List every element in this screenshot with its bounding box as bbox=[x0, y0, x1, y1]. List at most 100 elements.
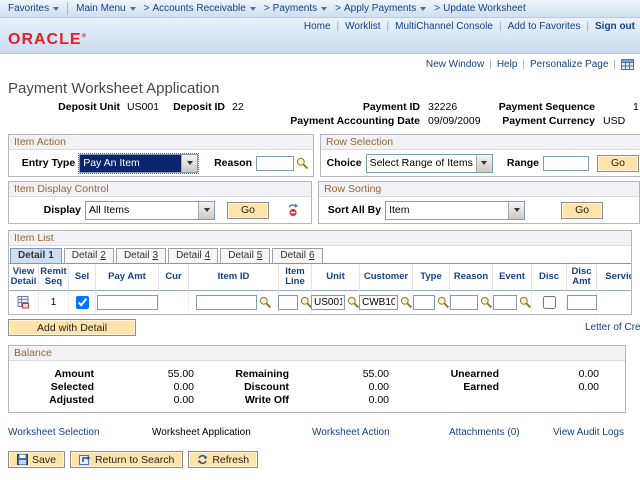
deposit-id-label: Deposit ID bbox=[158, 101, 225, 113]
row-selection-title: Row Selection bbox=[321, 135, 640, 150]
row-sorting-go-button[interactable]: Go bbox=[561, 202, 603, 219]
type-input[interactable] bbox=[413, 295, 435, 310]
help-link[interactable]: Help bbox=[497, 59, 518, 70]
tab-detail-3[interactable]: Detail3 bbox=[116, 248, 166, 263]
range-input[interactable] bbox=[543, 156, 589, 171]
view-audit-logs-link[interactable]: View Audit Logs bbox=[553, 427, 624, 438]
main-menu[interactable]: Main Menu bbox=[76, 3, 135, 14]
select-arrow-icon[interactable] bbox=[508, 202, 524, 219]
item-display-title: Item Display Control bbox=[9, 182, 311, 197]
col-reason: Reason bbox=[450, 264, 493, 291]
display-select[interactable]: All Items bbox=[85, 201, 215, 220]
tab-detail-5[interactable]: Detail5 bbox=[220, 248, 270, 263]
lookup-icon[interactable] bbox=[519, 296, 532, 309]
payment-currency-label: Payment Currency bbox=[480, 115, 595, 127]
pay-amt-input[interactable] bbox=[97, 295, 158, 310]
currency-conversion-icon[interactable] bbox=[287, 203, 299, 217]
tab-detail-2[interactable]: Detail2 bbox=[64, 248, 114, 263]
add-to-favorites-link[interactable]: Add to Favorites bbox=[508, 21, 581, 32]
breadcrumb-item-accounts-receivable[interactable]: Accounts Receivable bbox=[152, 3, 255, 14]
breadcrumb-divider bbox=[67, 2, 68, 15]
reason-col-input[interactable] bbox=[450, 295, 478, 310]
breadcrumb-item-apply-payments[interactable]: Apply Payments bbox=[344, 3, 426, 14]
choice-label: Choice bbox=[325, 157, 362, 169]
reason-input[interactable] bbox=[256, 156, 294, 171]
item-grid-header: View Detail Remit Seq Sel Pay Amt Cur It… bbox=[9, 264, 632, 291]
breadcrumb-item-update-worksheet[interactable]: Update Worksheet bbox=[443, 3, 526, 14]
col-view-detail: View Detail bbox=[9, 264, 39, 291]
lookup-icon[interactable] bbox=[296, 157, 309, 170]
disc-checkbox[interactable] bbox=[543, 296, 556, 309]
sel-checkbox[interactable] bbox=[76, 296, 89, 309]
deposit-unit-label: Deposit Unit bbox=[0, 101, 120, 113]
col-customer: Customer bbox=[360, 264, 413, 291]
attachments-link[interactable]: Attachments (0) bbox=[449, 427, 520, 438]
item-grid-row: 1 bbox=[9, 291, 632, 314]
col-disc: Disc bbox=[532, 264, 567, 291]
new-window-link[interactable]: New Window bbox=[426, 59, 484, 70]
discount-value: 0.00 bbox=[289, 381, 389, 393]
select-arrow-icon[interactable] bbox=[181, 155, 197, 172]
sign-out-link[interactable]: Sign out bbox=[595, 21, 635, 32]
amount-value: 55.00 bbox=[94, 368, 194, 380]
personalize-page-link[interactable]: Personalize Page bbox=[530, 59, 608, 70]
disc-amt-input[interactable] bbox=[567, 295, 597, 310]
row-selection-go-button[interactable]: Go bbox=[597, 155, 639, 172]
favorites-menu[interactable]: Favorites bbox=[0, 3, 67, 14]
col-item-id: Item ID bbox=[189, 264, 279, 291]
item-display-groupbox: Item Display Control Display All Items G… bbox=[8, 181, 312, 224]
remaining-value: 55.00 bbox=[289, 368, 389, 380]
selected-label: Selected bbox=[9, 381, 94, 393]
worklist-link[interactable]: Worklist bbox=[345, 21, 380, 32]
remaining-label: Remaining bbox=[194, 368, 289, 380]
col-event: Event bbox=[493, 264, 532, 291]
tab-detail-4[interactable]: Detail4 bbox=[168, 248, 218, 263]
dropdown-caret-icon bbox=[130, 7, 136, 11]
sort-all-by-select[interactable]: Item bbox=[385, 201, 525, 220]
page-title: Payment Worksheet Application bbox=[8, 80, 640, 97]
customer-input[interactable] bbox=[359, 295, 398, 310]
select-arrow-icon[interactable] bbox=[476, 155, 492, 172]
header-links: Home | Worklist | MultiChannel Console |… bbox=[304, 21, 635, 32]
item-list-title: Item List bbox=[9, 231, 631, 246]
item-line-input[interactable] bbox=[278, 295, 298, 310]
unearned-label: Unearned bbox=[389, 368, 499, 380]
lookup-icon[interactable] bbox=[437, 296, 450, 309]
choice-select[interactable]: Select Range of Items bbox=[366, 154, 493, 173]
lookup-icon[interactable] bbox=[480, 296, 493, 309]
footer-links: Worksheet Selection Worksheet Applicatio… bbox=[0, 427, 640, 439]
worksheet-application-label: Worksheet Application bbox=[152, 427, 251, 438]
return-to-search-button[interactable]: Return to Search bbox=[70, 451, 183, 468]
oracle-logo: ORACLE® bbox=[8, 31, 87, 49]
balance-row: Selected 0.00 Discount 0.00 Earned 0.00 bbox=[9, 380, 625, 393]
tab-detail-6[interactable]: Detail6 bbox=[272, 248, 322, 263]
refresh-button[interactable]: Refresh bbox=[188, 451, 258, 468]
home-link[interactable]: Home bbox=[304, 21, 331, 32]
lookup-icon[interactable] bbox=[259, 296, 272, 309]
item-action-title: Item Action bbox=[9, 135, 313, 150]
deposit-id-value: 22 bbox=[232, 101, 244, 113]
write-off-label: Write Off bbox=[194, 394, 289, 406]
lookup-icon[interactable] bbox=[400, 296, 413, 309]
unit-input[interactable] bbox=[311, 295, 345, 310]
col-cur: Cur bbox=[159, 264, 189, 291]
letter-of-credit-link[interactable]: Letter of Credit bbox=[585, 322, 640, 333]
breadcrumb-item-payments[interactable]: Payments bbox=[273, 3, 327, 14]
item-id-input[interactable] bbox=[196, 295, 257, 310]
item-display-go-button[interactable]: Go bbox=[227, 202, 269, 219]
multichannel-console-link[interactable]: MultiChannel Console bbox=[395, 21, 493, 32]
dropdown-caret-icon bbox=[250, 7, 256, 11]
header-band: Home | Worklist | MultiChannel Console |… bbox=[0, 18, 640, 54]
row-selection-groupbox: Row Selection Choice Select Range of Ite… bbox=[320, 134, 640, 177]
tab-detail-1[interactable]: Detail1 bbox=[10, 248, 62, 263]
personalize-grid-icon[interactable] bbox=[621, 59, 634, 70]
worksheet-selection-link[interactable]: Worksheet Selection bbox=[8, 427, 100, 438]
event-input[interactable] bbox=[493, 295, 517, 310]
save-button[interactable]: Save bbox=[8, 451, 65, 468]
payment-summary: Deposit Unit US001 Deposit ID 22 Payment… bbox=[0, 101, 640, 130]
worksheet-action-link[interactable]: Worksheet Action bbox=[312, 427, 390, 438]
view-detail-icon[interactable] bbox=[17, 296, 31, 309]
add-with-detail-button[interactable]: Add with Detail bbox=[8, 319, 136, 336]
select-arrow-icon[interactable] bbox=[198, 202, 214, 219]
entry-type-select[interactable]: Pay An Item bbox=[79, 154, 198, 173]
